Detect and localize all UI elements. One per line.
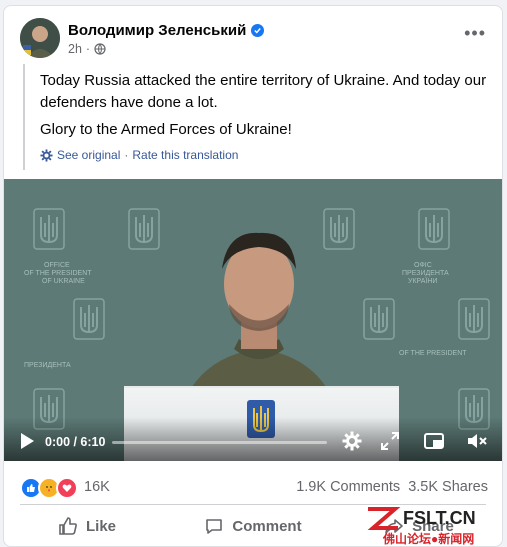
post-paragraph-2: Glory to the Armed Forces of Ukraine! — [40, 121, 292, 138]
picture-in-picture-icon[interactable] — [423, 430, 445, 452]
post-paragraph-1: Today Russia attacked the entire territo… — [40, 72, 487, 111]
see-original-link[interactable]: See original — [57, 148, 120, 162]
translation-separator: · — [124, 148, 129, 162]
comments-count[interactable]: 1.9K Comments — [296, 479, 400, 495]
video-time: 0:00 / 6:10 — [45, 435, 106, 449]
author-name[interactable]: Володимир Зеленський — [68, 22, 246, 39]
fullscreen-icon[interactable] — [379, 430, 401, 452]
svg-text:OF UKRAINE: OF UKRAINE — [42, 278, 85, 285]
post-meta: 2h · — [68, 42, 106, 56]
svg-text:OFFICE: OFFICE — [44, 262, 70, 269]
comment-button[interactable]: Comment — [170, 506, 336, 546]
shares-count[interactable]: 3.5K Shares — [408, 479, 488, 495]
comment-label: Comment — [232, 517, 302, 535]
author-name-row: Володимир Зеленський — [68, 22, 265, 39]
settings-gear-icon[interactable] — [40, 148, 53, 162]
translated-post: Today Russia attacked the entire territo… — [23, 64, 491, 170]
engagement-stats: 16K 1.9K Comments 3.5K Shares — [4, 464, 502, 504]
svg-text:OF THE PRESIDENT: OF THE PRESIDENT — [399, 350, 467, 357]
watermark-caption: 佛山论坛●新闻网 — [383, 532, 475, 546]
translation-bar: See original · Rate this translation — [40, 148, 238, 162]
thumbs-up-icon — [59, 517, 77, 535]
svg-text:ОФІС: ОФІС — [414, 262, 432, 269]
rate-translation-link[interactable]: Rate this translation — [132, 148, 238, 162]
video-controls: 0:00 / 6:10 — [4, 417, 502, 461]
play-icon[interactable] — [16, 430, 38, 452]
mute-icon[interactable] — [466, 430, 488, 452]
verified-badge-icon — [251, 24, 265, 37]
comment-share-stats: 1.9K Comments 3.5K Shares — [296, 479, 488, 495]
svg-text:OF THE PRESIDENT: OF THE PRESIDENT — [24, 270, 92, 277]
like-button[interactable]: Like — [4, 506, 170, 546]
post-time[interactable]: 2h — [68, 42, 82, 56]
comment-icon — [206, 519, 223, 534]
svg-text:УКРАЇНИ: УКРАЇНИ — [408, 277, 437, 285]
video-progress-bar[interactable] — [112, 441, 327, 444]
meta-dot: · — [85, 42, 91, 56]
watermark-logo-text: FSLT.CN — [403, 508, 476, 528]
actions-divider — [20, 504, 486, 505]
globe-icon[interactable] — [94, 43, 106, 55]
author-avatar[interactable] — [20, 18, 60, 58]
post-card: Володимир Зеленський 2h · ••• Today Russ… — [3, 5, 503, 547]
watermark-z-logo-icon — [367, 507, 401, 530]
like-label: Like — [85, 517, 116, 535]
site-watermark: FSLT.CN 佛山论坛●新闻网 — [365, 506, 505, 546]
love-reaction-icon — [56, 477, 78, 499]
svg-text:ПРЕЗИДЕНТА: ПРЕЗИДЕНТА — [24, 362, 71, 369]
more-options-icon[interactable]: ••• — [464, 24, 486, 42]
reactions-count[interactable]: 16K — [84, 479, 110, 495]
reaction-icons[interactable] — [20, 477, 78, 499]
video-settings-gear-icon[interactable] — [341, 430, 363, 452]
video-player[interactable]: OFFICE OF THE PRESIDENT OF UKRAINE ОФІС … — [4, 179, 502, 461]
svg-text:ПРЕЗИДЕНТА: ПРЕЗИДЕНТА — [402, 270, 449, 277]
